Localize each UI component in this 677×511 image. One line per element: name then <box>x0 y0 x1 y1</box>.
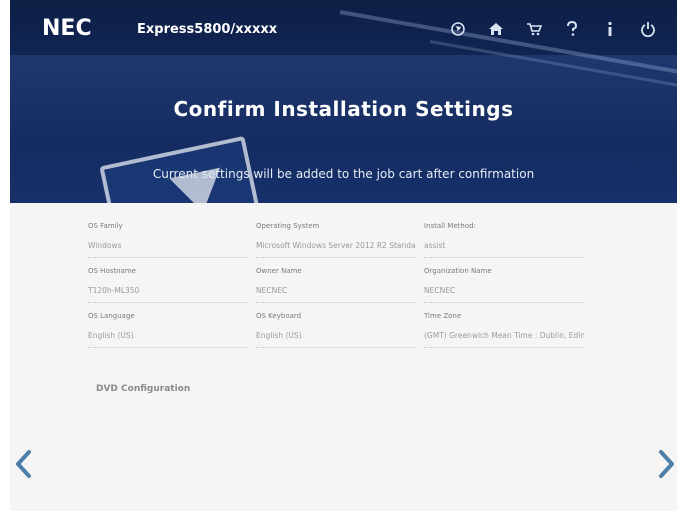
field-label: Install Method: <box>424 222 476 230</box>
product-name: Express5800/xxxxx <box>137 22 278 37</box>
field-label: OS Keyboard <box>256 312 302 320</box>
field-value: English (US) <box>88 331 248 348</box>
field-value: assist <box>424 241 584 258</box>
globe-icon[interactable] <box>447 18 469 40</box>
field-value: Microsoft Windows Server 2012 R2 Standar… <box>256 241 416 258</box>
field-value: T120h-ML350 <box>88 286 248 303</box>
field-value: NECNEC <box>256 286 416 303</box>
field-operating-system: Operating System Microsoft Windows Serve… <box>256 222 416 258</box>
chevron-left-icon <box>16 450 31 478</box>
field-label: OS Language <box>88 312 135 320</box>
field-label: Time Zone <box>424 312 462 320</box>
field-os-language: OS Language English (US) <box>88 312 248 348</box>
field-time-zone: Time Zone (GMT) Greenwich Mean Time : Du… <box>424 312 584 348</box>
page-title: Confirm Installation Settings <box>173 97 514 121</box>
field-label: Operating System <box>256 222 320 230</box>
field-value: Windows <box>88 241 248 258</box>
brand-logo: NEC <box>42 16 92 41</box>
help-icon[interactable] <box>561 18 583 40</box>
top-bar: NEC Express5800/xxxxx <box>10 0 677 58</box>
field-label: OS Family <box>88 222 123 230</box>
field-value: (GMT) Greenwich Mean Time : Dublin, Edin… <box>424 331 584 348</box>
field-label: Owner Name <box>256 267 302 275</box>
field-os-hostname: OS Hostname T120h-ML350 <box>88 267 248 303</box>
cart-icon[interactable] <box>523 18 545 40</box>
power-icon[interactable] <box>637 18 659 40</box>
home-icon[interactable] <box>485 18 507 40</box>
toolbar-icons <box>447 18 659 40</box>
info-icon[interactable] <box>599 18 621 40</box>
field-value: NECNEC <box>424 286 584 303</box>
field-owner-name: Owner Name NECNEC <box>256 267 416 303</box>
field-label: OS Hostname <box>88 267 136 275</box>
next-button[interactable] <box>655 444 677 484</box>
field-label: Organization Name <box>424 267 492 275</box>
section-dvd-configuration: DVD Configuration <box>96 384 191 394</box>
field-install-method: Install Method: assist <box>424 222 584 258</box>
field-os-family: OS Family Windows <box>88 222 248 258</box>
field-os-keyboard: OS Keyboard English (US) <box>256 312 416 348</box>
header-banner: NEC Express5800/xxxxx Confirm Installati… <box>10 0 677 203</box>
chevron-right-icon <box>659 450 674 478</box>
previous-button[interactable] <box>10 444 36 484</box>
page-subtitle: Current settings will be added to the jo… <box>152 167 535 181</box>
settings-grid: OS Family Windows Operating System Micro… <box>88 222 592 348</box>
field-organization-name: Organization Name NECNEC <box>424 267 584 303</box>
field-value: English (US) <box>256 331 416 348</box>
